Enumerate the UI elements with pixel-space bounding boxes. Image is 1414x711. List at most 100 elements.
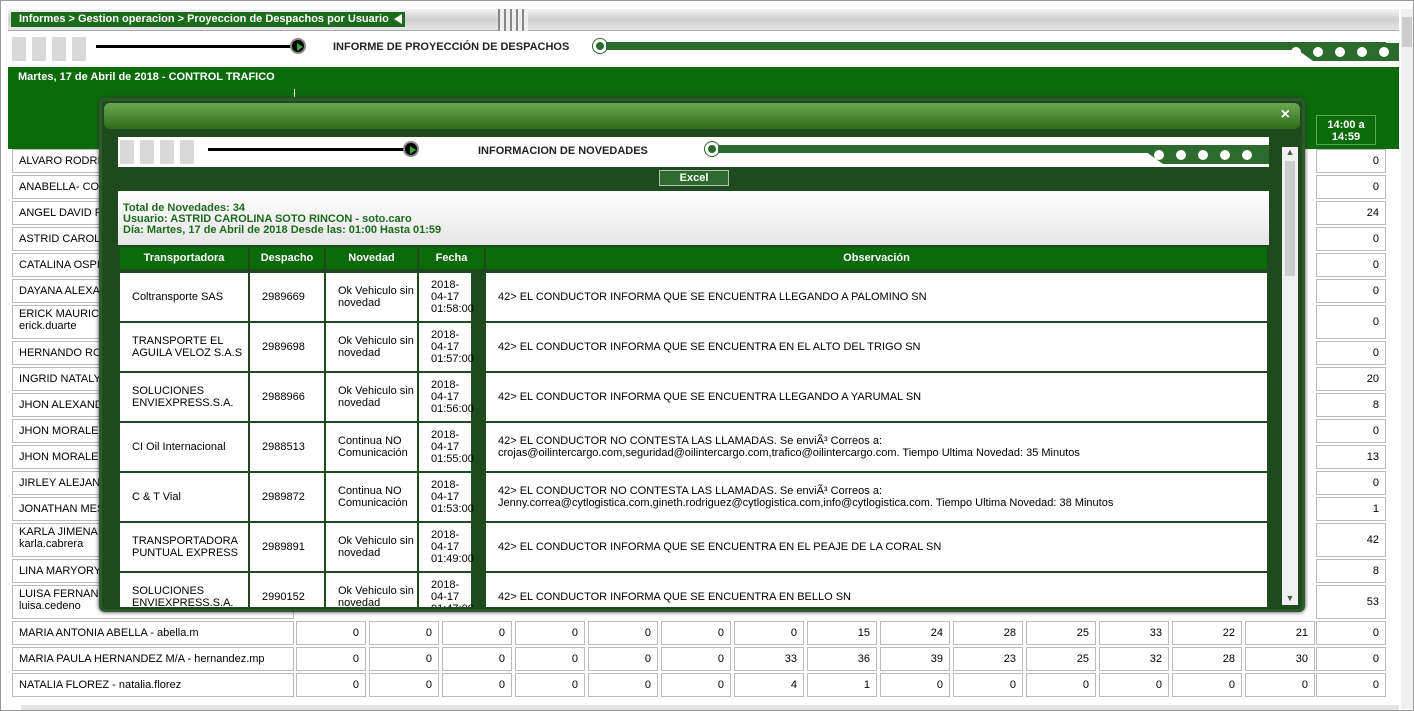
summary-box: Total de Novedades: 34 Usuario: ASTRID C… xyxy=(118,191,1269,245)
value-cell: 32 xyxy=(1099,647,1169,671)
header-separator xyxy=(294,89,295,97)
value-cell: 33 xyxy=(1099,621,1169,645)
value-cell: 0 xyxy=(369,647,439,671)
scroll-up-icon[interactable]: ▲ xyxy=(1282,147,1298,161)
value-cell: 1 xyxy=(1316,497,1386,521)
novedad-obs: 42> EL CONDUCTOR NO CONTESTA LAS LLAMADA… xyxy=(498,485,1114,509)
excel-bar: Excel xyxy=(118,167,1269,191)
banner-left-line xyxy=(96,45,296,48)
value-cell: 0 xyxy=(515,673,585,697)
modal-slider-knob-icon xyxy=(403,141,419,157)
value-cell: 21 xyxy=(1245,621,1315,645)
value-cell: 23 xyxy=(953,647,1023,671)
novedad-fecha: 2018-04-17 01:58:00 xyxy=(431,279,474,315)
value-cell: 0 xyxy=(1172,673,1242,697)
novedad-novedad-cell: Continua NO Comunicación xyxy=(326,423,417,471)
novedad-obs: 42> EL CONDUCTOR INFORMA QUE SE ENCUENTR… xyxy=(498,291,927,303)
value-cell: 25 xyxy=(1026,621,1096,645)
novedad-transportadora-cell: CI Oil Internacional xyxy=(120,423,248,471)
value-cell: 8 xyxy=(1316,393,1386,417)
value-cell: 0 xyxy=(1316,227,1386,251)
banner-dot-1 xyxy=(1291,47,1301,57)
value-cell: 0 xyxy=(1316,673,1386,697)
modal-body: INFORMACION DE NOVEDADES Excel Total de … xyxy=(118,137,1269,607)
value-cell: 33 xyxy=(734,647,804,671)
value-cell: 28 xyxy=(953,621,1023,645)
vertical-scrollbar[interactable] xyxy=(1401,9,1413,709)
user-name: MARIA PAULA HERNANDEZ M/A - hernandez.mp xyxy=(19,653,265,665)
novedad-fecha: 2018-04-17 01:55:00 xyxy=(431,429,474,465)
value-cell: 0 xyxy=(880,673,950,697)
novedad-row: SOLUCIONES ENVIEXPRESS.S.A. 2990152 Ok Veh… xyxy=(118,571,1269,607)
value-cell: 0 xyxy=(661,673,731,697)
table-row: MARIA ANTONIA ABELLA - abella.m 0 0 0 0 0 0 0 15… xyxy=(8,621,1399,645)
novedad-novedad-cell: Ok Vehiculo sin novedad xyxy=(326,323,417,371)
modal-header[interactable]: × xyxy=(104,103,1300,129)
modal-banner: INFORMACION DE NOVEDADES xyxy=(118,138,1269,166)
close-icon[interactable]: × xyxy=(1281,107,1290,123)
novedad-obs: 42> EL CONDUCTOR INFORMA QUE SE ENCUENTR… xyxy=(498,341,921,353)
col-despacho: Despacho xyxy=(250,247,324,269)
novedades-header: Transportadora Despacho Novedad Fecha Ob… xyxy=(118,245,1269,271)
modal-scroll-thumb[interactable] xyxy=(1285,161,1295,276)
value-cell: 0 xyxy=(369,673,439,697)
novedades-modal: × INFORMACION DE NOVEDADES Excel Total d… xyxy=(99,98,1305,612)
novedad-fecha-cell: 2018-04-17 01:57:00 xyxy=(419,323,474,371)
novedad-despacho-cell: 2989698 xyxy=(250,323,324,371)
novedad-fecha-cell: 2018-04-17 01:58:00 xyxy=(419,273,474,321)
value-cell: 0 xyxy=(1316,419,1386,443)
value-cell: 0 xyxy=(734,621,804,645)
value-cell: 0 xyxy=(515,621,585,645)
user-name-cell: MARIA ANTONIA ABELLA - abella.m xyxy=(12,621,294,645)
banner-stripes xyxy=(12,37,86,61)
modal-scrollbar[interactable]: ▲ ▼ xyxy=(1282,147,1298,605)
value-cell: 25 xyxy=(1026,647,1096,671)
banner-dot-3 xyxy=(1335,47,1345,57)
novedad-obs-cell: 42> EL CONDUCTOR INFORMA QUE SE ENCUENTR… xyxy=(486,373,1267,421)
value-cell: 24 xyxy=(880,621,950,645)
value-cell: 0 xyxy=(1316,647,1386,671)
novedad-transportadora-cell: SOLUCIONES ENVIEXPRESS.S.A. xyxy=(120,373,248,421)
collapse-arrow-icon[interactable] xyxy=(393,14,402,24)
novedad-fecha-cell: 2018-04-17 01:56:00 xyxy=(419,373,474,421)
novedad-obs-cell: 42> EL CONDUCTOR INFORMA QUE SE ENCUENTR… xyxy=(486,573,1267,607)
report-title: INFORME DE PROYECCIÓN DE DESPACHOS xyxy=(333,41,570,53)
banner-dot-icon xyxy=(593,39,607,53)
value-cell: 13 xyxy=(1316,445,1386,469)
value-cell: 28 xyxy=(1172,647,1242,671)
novedad-obs: 42> EL CONDUCTOR NO CONTESTA LAS LLAMADA… xyxy=(498,435,1080,459)
drag-grip-icon[interactable] xyxy=(498,9,528,31)
value-cell: 15 xyxy=(807,621,877,645)
report-banner: INFORME DE PROYECCIÓN DE DESPACHOS xyxy=(8,35,1399,63)
scroll-down-icon[interactable]: ▼ xyxy=(1282,591,1298,605)
col-novedad: Novedad xyxy=(326,247,417,269)
excel-button[interactable]: Excel xyxy=(659,170,729,186)
value-cell: 0 xyxy=(661,647,731,671)
value-cell: 0 xyxy=(1099,673,1169,697)
novedad-fecha: 2018-04-17 01:57:00 xyxy=(431,329,474,365)
novedad-obs-cell: 42> EL CONDUCTOR NO CONTESTA LAS LLAMADA… xyxy=(486,423,1267,471)
novedad-novedad: Ok Vehiculo sin novedad xyxy=(338,285,414,309)
novedad-despacho: 2989891 xyxy=(262,541,305,553)
novedad-transportadora-cell: Coltransporte SAS xyxy=(120,273,248,321)
novedad-fecha: 2018-04-17 01:47:00 xyxy=(431,579,474,607)
modal-title: INFORMACION DE NOVEDADES xyxy=(478,145,648,157)
novedad-row: TRANSPORTADORA PUNTUAL EXPRESS 2989891 Ok … xyxy=(118,521,1269,571)
value-cell: 0 xyxy=(442,673,512,697)
novedad-transportadora: SOLUCIONES ENVIEXPRESS.S.A. xyxy=(132,585,234,607)
value-cell: 0 xyxy=(588,673,658,697)
dia-line: Día: Martes, 17 de Abril de 2018 Desde l… xyxy=(123,224,442,236)
novedad-obs-cell: 42> EL CONDUCTOR INFORMA QUE SE ENCUENTR… xyxy=(486,273,1267,321)
table-row: NATALIA FLOREZ - natalia.florez 0 0 0 0 0 0 4 1 0… xyxy=(8,673,1399,697)
modal-banner-stripes xyxy=(120,140,194,164)
horizontal-scrollbar[interactable] xyxy=(21,705,1399,710)
novedad-transportadora-cell: C & T Vial xyxy=(120,473,248,521)
novedad-despacho-cell: 2988966 xyxy=(250,373,324,421)
novedad-novedad: Ok Vehiculo sin novedad xyxy=(338,385,414,409)
novedad-novedad: Continua NO Comunicación xyxy=(338,435,408,459)
novedad-despacho: 2989669 xyxy=(262,291,305,303)
breadcrumb-bar: Informes > Gestion operacion > Proyeccio… xyxy=(8,9,1399,31)
scrollbar-thumb[interactable] xyxy=(1402,17,1412,47)
breadcrumb[interactable]: Informes > Gestion operacion > Proyeccio… xyxy=(11,12,405,27)
value-cell: 0 xyxy=(296,647,366,671)
